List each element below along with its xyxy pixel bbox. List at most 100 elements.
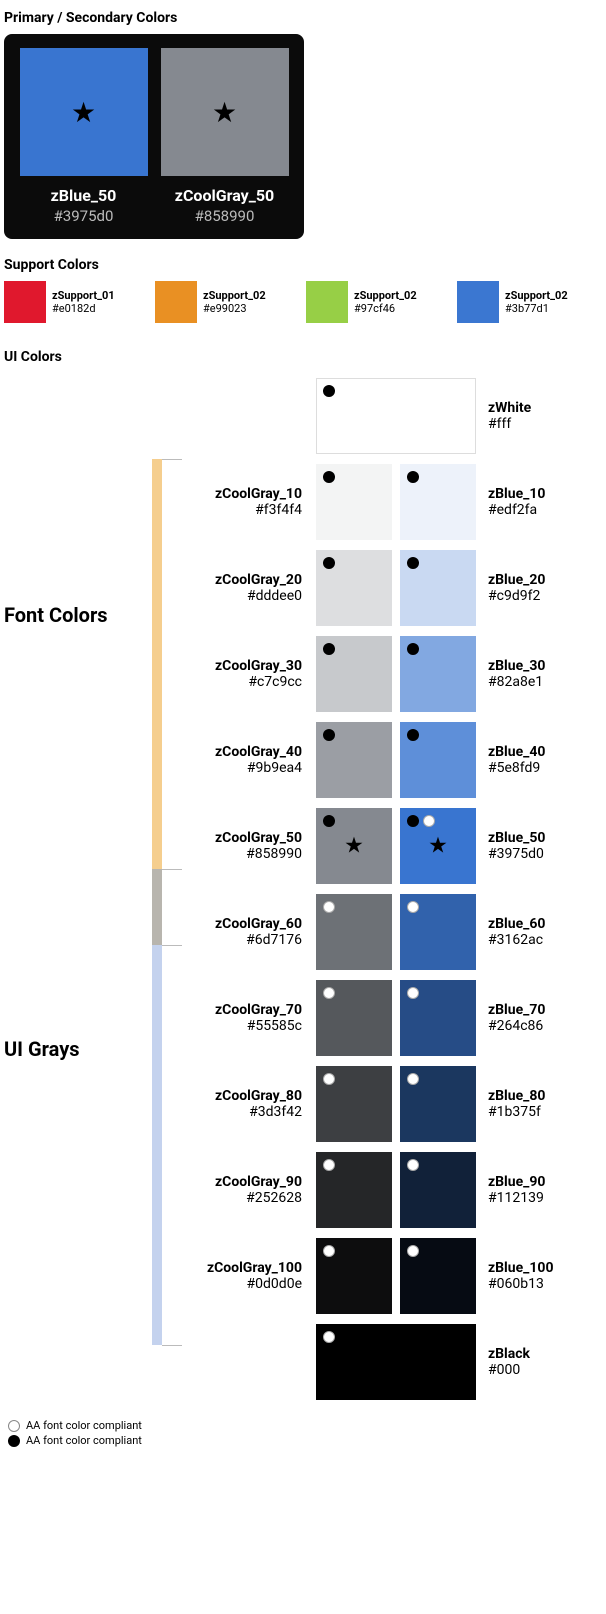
color-swatch — [306, 281, 348, 323]
color-name: zBlue_20 — [488, 572, 574, 588]
ui-grays-label: UI Grays — [4, 1037, 144, 1061]
color-name: zBlue_70 — [488, 1002, 574, 1018]
color-swatch-zblack — [316, 1324, 476, 1400]
color-swatch — [457, 281, 499, 323]
legend-row-black: AA font color compliant — [8, 1434, 602, 1447]
star-icon: ★ — [428, 834, 448, 859]
color-hex: #5e8fd9 — [488, 760, 574, 776]
left-color-label: zCoolGray_80#3d3f42 — [168, 1088, 308, 1120]
right-color-label: zBlue_90#112139 — [484, 1174, 574, 1206]
color-row: zCoolGray_80#3d3f42 zBlue_80#1b375f — [168, 1061, 602, 1147]
compliance-dot-black-icon — [407, 471, 419, 483]
color-swatch-blue — [400, 636, 476, 712]
ui-grays-bar — [152, 945, 162, 1345]
compliance-dot-black-icon — [407, 815, 419, 827]
color-hex: #9b9ea4 — [168, 760, 302, 776]
star-icon: ★ — [71, 96, 96, 129]
color-row: zCoolGray_40#9b9ea4 zBlue_40#5e8fd9 — [168, 717, 602, 803]
color-swatch-gray — [316, 722, 392, 798]
compliance-dot-black-icon — [323, 385, 335, 397]
color-swatch — [155, 281, 197, 323]
color-swatch-zwhite — [316, 378, 476, 454]
star-icon: ★ — [344, 834, 364, 859]
primary-color-item: ★ zCoolGray_50 #858990 — [159, 48, 290, 225]
support-color-item: zSupport_02#e99023 — [155, 281, 300, 323]
color-hex: #252628 — [168, 1190, 302, 1206]
right-color-label: zBlue_80#1b375f — [484, 1088, 574, 1120]
color-row: zCoolGray_70#55585czBlue_70#264c86 — [168, 975, 602, 1061]
color-name: zCoolGray_30 — [168, 658, 302, 674]
color-hex: #060b13 — [488, 1276, 574, 1292]
color-hex: #c9d9f2 — [488, 588, 574, 604]
color-hex: #fff — [488, 416, 574, 432]
color-name: zCoolGray_100 — [168, 1260, 302, 1276]
compliance-dot-black-icon — [323, 729, 335, 741]
support-text: zSupport_02#3b77d1 — [505, 289, 568, 315]
compliance-dot-white-icon — [8, 1420, 20, 1432]
color-name: zBlue_40 — [488, 744, 574, 760]
legend-text: AA font color compliant — [26, 1419, 142, 1432]
color-hex: #edf2fa — [488, 502, 574, 518]
swatch-pair — [316, 894, 476, 970]
color-name: zCoolGray_80 — [168, 1088, 302, 1104]
color-swatch-gray — [316, 894, 392, 970]
color-swatch-gray — [316, 1152, 392, 1228]
tick-line — [162, 869, 182, 870]
color-swatch-gray: ★ — [316, 808, 392, 884]
compliance-dot-black-icon — [323, 643, 335, 655]
support-color-row: zSupport_01#e0182dzSupport_02#e99023zSup… — [4, 281, 602, 323]
color-name: zSupport_02 — [203, 289, 266, 302]
color-name: zWhite — [488, 400, 574, 416]
support-section-title: Support Colors — [4, 257, 602, 273]
color-hex: #3975d0 — [488, 846, 574, 862]
color-row: zCoolGray_60#6d7176zBlue_60#3162ac — [168, 889, 602, 975]
left-color-label: zCoolGray_100#0d0d0e — [168, 1260, 308, 1292]
left-color-label: zCoolGray_20#dddee0 — [168, 572, 308, 604]
color-name: zSupport_01 — [52, 289, 115, 302]
swatch-pair — [316, 1152, 476, 1228]
color-row: zCoolGray_20#dddee0 zBlue_20#c9d9f2 — [168, 545, 602, 631]
left-color-label: zCoolGray_40#9b9ea4 — [168, 744, 308, 776]
color-hex: #3162ac — [488, 932, 574, 948]
color-row: zBlack#000 — [168, 1319, 602, 1405]
swatch-pair: ★★ — [316, 808, 476, 884]
font-colors-label: Font Colors — [4, 603, 144, 627]
color-name: zBlue_90 — [488, 1174, 574, 1190]
color-name: zSupport_02 — [505, 289, 568, 302]
swatch-pair — [316, 378, 476, 454]
color-name: zCoolGray_50 — [159, 186, 290, 205]
compliance-dot-black-icon — [323, 471, 335, 483]
color-name: zBlue_50 — [18, 186, 149, 205]
color-hex: #6d7176 — [168, 932, 302, 948]
ladder-labels: Font Colors UI Grays — [4, 373, 144, 1405]
color-hex: #1b375f — [488, 1104, 574, 1120]
color-name: zCoolGray_90 — [168, 1174, 302, 1190]
swatch-pair — [316, 1238, 476, 1314]
legend-text: AA font color compliant — [26, 1434, 142, 1447]
left-color-label: zCoolGray_90#252628 — [168, 1174, 308, 1206]
color-hex: #3975d0 — [18, 207, 149, 225]
tick-line — [162, 459, 182, 460]
color-hex: #0d0d0e — [168, 1276, 302, 1292]
left-color-label: zCoolGray_10#f3f4f4 — [168, 486, 308, 518]
support-color-item: zSupport_02#97cf46 — [306, 281, 451, 323]
color-name: zBlue_30 — [488, 658, 574, 674]
right-color-label: zBlue_50#3975d0 — [484, 830, 574, 862]
color-row: zCoolGray_90#252628 zBlue_90#112139 — [168, 1147, 602, 1233]
color-row: zCoolGray_30#c7c9cczBlue_30#82a8e1 — [168, 631, 602, 717]
compliance-dot-white-icon — [407, 987, 419, 999]
left-color-label: zCoolGray_30#c7c9cc — [168, 658, 308, 690]
compliance-dot-white-icon — [323, 901, 335, 913]
compliance-dot-black-icon — [8, 1435, 20, 1447]
compliance-dot-white-icon — [407, 1073, 419, 1085]
legend-row-white: AA font color compliant — [8, 1419, 602, 1432]
color-name: zBlack — [488, 1346, 574, 1362]
compliance-dot-white-icon — [323, 1331, 335, 1343]
color-name: zBlue_60 — [488, 916, 574, 932]
color-swatch-blue — [400, 1152, 476, 1228]
color-name: zBlue_50 — [488, 830, 574, 846]
color-swatch-blue — [400, 1238, 476, 1314]
color-swatch-gray — [316, 636, 392, 712]
color-name: zCoolGray_10 — [168, 486, 302, 502]
color-name: zBlue_10 — [488, 486, 574, 502]
